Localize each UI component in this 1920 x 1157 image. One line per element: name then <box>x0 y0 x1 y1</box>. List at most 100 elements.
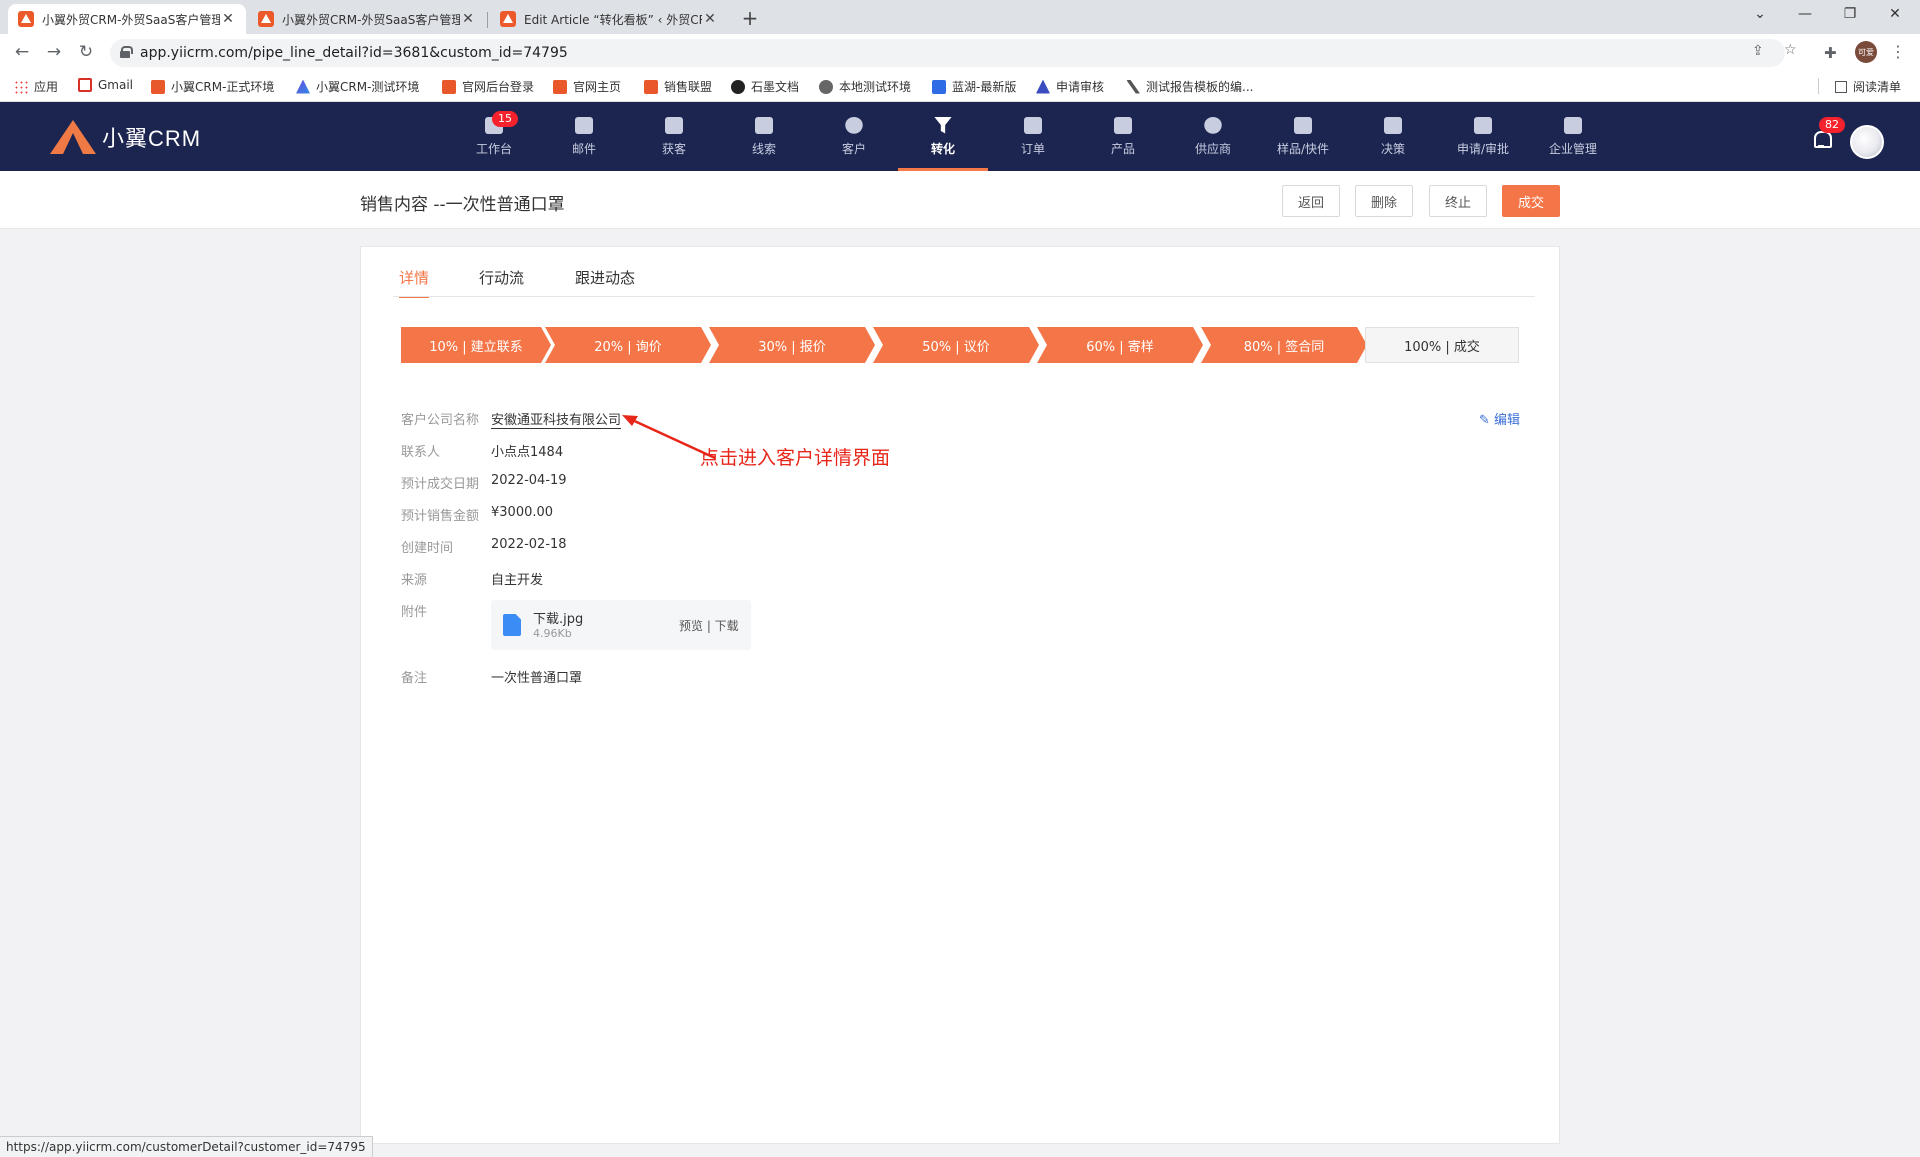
nav-label: 转化 <box>930 141 955 156</box>
bookmark-label: 官网主页 <box>573 80 622 94</box>
edit-link[interactable]: ✎ 编辑 <box>1479 409 1520 428</box>
close-icon[interactable]: ✕ <box>702 11 718 27</box>
nav-products[interactable]: 产品 <box>1078 102 1168 171</box>
attachment-actions[interactable]: 预览 | 下载 <box>679 617 739 634</box>
stage-step[interactable]: 10% | 建立联系 <box>401 327 551 363</box>
nav-customers[interactable]: 客户 <box>809 102 899 171</box>
browser-tab-1[interactable]: 小翼外贸CRM-外贸SaaS客户管理 ✕ <box>8 4 246 34</box>
nav-suppliers[interactable]: 供应商 <box>1168 102 1258 171</box>
close-icon[interactable]: ✕ <box>460 11 476 27</box>
bookmark-lanhu[interactable]: 蓝湖-最新版 <box>932 78 1016 95</box>
nav-label: 样品/快件 <box>1276 141 1330 156</box>
more-menu-icon[interactable]: ⋮ <box>1890 42 1906 61</box>
url-field[interactable]: app.yiicrm.com/pipe_line_detail?id=3681&… <box>110 39 1785 67</box>
stage-step[interactable]: 20% | 询价 <box>545 327 711 363</box>
expected-amount-label: 预计销售金额 <box>401 509 480 524</box>
stage-step[interactable]: 30% | 报价 <box>709 327 875 363</box>
tab-search-icon[interactable]: ⌄ <box>1740 6 1780 22</box>
expected-date-value: 2022-04-19 <box>491 473 567 488</box>
back-icon[interactable]: ← <box>10 42 34 62</box>
terminate-button[interactable]: 终止 <box>1429 185 1487 217</box>
tab-action-flow[interactable]: 行动流 <box>479 267 524 296</box>
stage-step[interactable]: 50% | 议价 <box>873 327 1039 363</box>
company-link[interactable]: 安徽通亚科技有限公司 <box>491 409 622 429</box>
reload-icon[interactable]: ↻ <box>74 42 98 62</box>
profile-avatar[interactable]: 可爱 <box>1855 41 1877 63</box>
close-icon[interactable]: ✕ <box>220 11 236 27</box>
shimo-icon <box>731 79 745 94</box>
nav-label: 线索 <box>751 141 776 156</box>
restore-icon[interactable]: ❐ <box>1830 6 1870 22</box>
annotation-text: 点击进入客户详情界面 <box>700 447 891 469</box>
image-file-icon <box>503 614 521 636</box>
bookmark-sales-alliance[interactable]: 销售联盟 <box>644 78 712 95</box>
back-button[interactable]: 返回 <box>1282 185 1340 217</box>
bookmark-shimo[interactable]: 石墨文档 <box>731 78 799 95</box>
bookmark-label: 应用 <box>34 80 59 94</box>
remark-label: 备注 <box>401 671 428 686</box>
attachment-size: 4.96Kb <box>533 627 572 640</box>
nav-samples[interactable]: 样品/快件 <box>1258 102 1348 171</box>
stage-label: 60% | 寄样 <box>1086 339 1154 355</box>
reading-list[interactable]: 阅读清单 <box>1835 78 1901 95</box>
nav-leads[interactable]: 线索 <box>719 102 809 171</box>
nav-conversion[interactable]: 转化 <box>898 102 988 171</box>
bookmark-crm-prod[interactable]: 小翼CRM-正式环境 <box>151 78 274 95</box>
browser-tab-3[interactable]: Edit Article “转化看板” ‹ 外贸CR ✕ <box>490 4 728 34</box>
logo-icon <box>50 120 96 154</box>
nav-label: 工作台 <box>475 141 512 156</box>
tab-details[interactable]: 详情 <box>399 267 430 298</box>
bookmark-label: 申请审核 <box>1056 80 1105 94</box>
contact-label: 联系人 <box>401 445 441 460</box>
nav-acquire[interactable]: 获客 <box>629 102 719 171</box>
person-icon <box>845 116 863 134</box>
stage-step[interactable]: 60% | 寄样 <box>1037 327 1203 363</box>
bookmark-crm-test[interactable]: 小翼CRM-测试环境 <box>296 78 419 95</box>
url-text: app.yiicrm.com/pipe_line_detail?id=3681&… <box>140 45 568 61</box>
extensions-icon[interactable]: ✚ <box>1824 44 1837 62</box>
stage-step[interactable]: 100% | 成交 <box>1365 327 1519 363</box>
bookmark-apply-review[interactable]: 申请审核 <box>1036 78 1104 95</box>
share-icon[interactable]: ⇪ <box>1752 43 1764 59</box>
bookmark-label: 销售联盟 <box>664 80 713 94</box>
reading-list-icon <box>1835 80 1847 93</box>
yiicrm-icon <box>442 79 456 94</box>
bookmark-local-test[interactable]: 本地测试环境 <box>819 78 911 95</box>
notification-badge: 82 <box>1819 117 1845 133</box>
nav-orders[interactable]: 订单 <box>988 102 1078 171</box>
stage-step[interactable]: 80% | 签合同 <box>1201 327 1367 363</box>
bookmark-label: 小翼CRM-测试环境 <box>316 80 420 94</box>
nav-decision[interactable]: 决策 <box>1348 102 1438 171</box>
app-logo[interactable]: 小翼CRM <box>50 120 201 154</box>
window-close-icon[interactable]: ✕ <box>1875 6 1915 22</box>
forward-icon[interactable]: → <box>42 42 66 62</box>
bookmark-admin-login[interactable]: 官网后台登录 <box>442 78 534 95</box>
minimize-icon[interactable]: — <box>1785 6 1825 22</box>
delete-button[interactable]: 删除 <box>1355 185 1413 217</box>
crm-test-icon <box>296 79 310 94</box>
stage-label: 80% | 签合同 <box>1243 339 1325 355</box>
bookmark-divider <box>1818 78 1819 94</box>
nav-approval[interactable]: 申请/审批 <box>1438 102 1528 171</box>
acquire-icon <box>665 116 683 134</box>
browser-tab-2[interactable]: 小翼外贸CRM-外贸SaaS客户管理 ✕ <box>248 4 486 34</box>
expected-date-label: 预计成交日期 <box>401 477 480 492</box>
bookmark-test-report[interactable]: 测试报告模板的编... <box>1126 78 1253 95</box>
user-avatar[interactable] <box>1850 125 1884 159</box>
bookmark-apps[interactable]: 应用 <box>14 78 58 95</box>
yiicrm-favicon-icon <box>18 11 34 27</box>
nav-enterprise[interactable]: 企业管理 <box>1528 102 1618 171</box>
app-header: 小翼CRM 工作台 邮件 获客 线索 客户 转化 订单 产品 供应商 样品/快件… <box>0 102 1920 171</box>
new-tab-icon[interactable]: + <box>738 6 762 30</box>
approval-icon <box>1474 116 1492 134</box>
yiicrm-favicon-icon <box>258 11 274 27</box>
bookmark-label: 官网后台登录 <box>462 80 535 94</box>
remark-value: 一次性普通口罩 <box>491 671 583 686</box>
nav-mail[interactable]: 邮件 <box>539 102 629 171</box>
browser-tab-title: 小翼外贸CRM-外贸SaaS客户管理 <box>282 12 460 27</box>
bookmark-homepage[interactable]: 官网主页 <box>553 78 621 95</box>
bookmark-star-icon[interactable]: ☆ <box>1784 42 1797 58</box>
deal-button[interactable]: 成交 <box>1502 185 1560 217</box>
tab-follow-up[interactable]: 跟进动态 <box>575 267 635 296</box>
bookmark-gmail[interactable]: Gmail <box>78 78 133 92</box>
